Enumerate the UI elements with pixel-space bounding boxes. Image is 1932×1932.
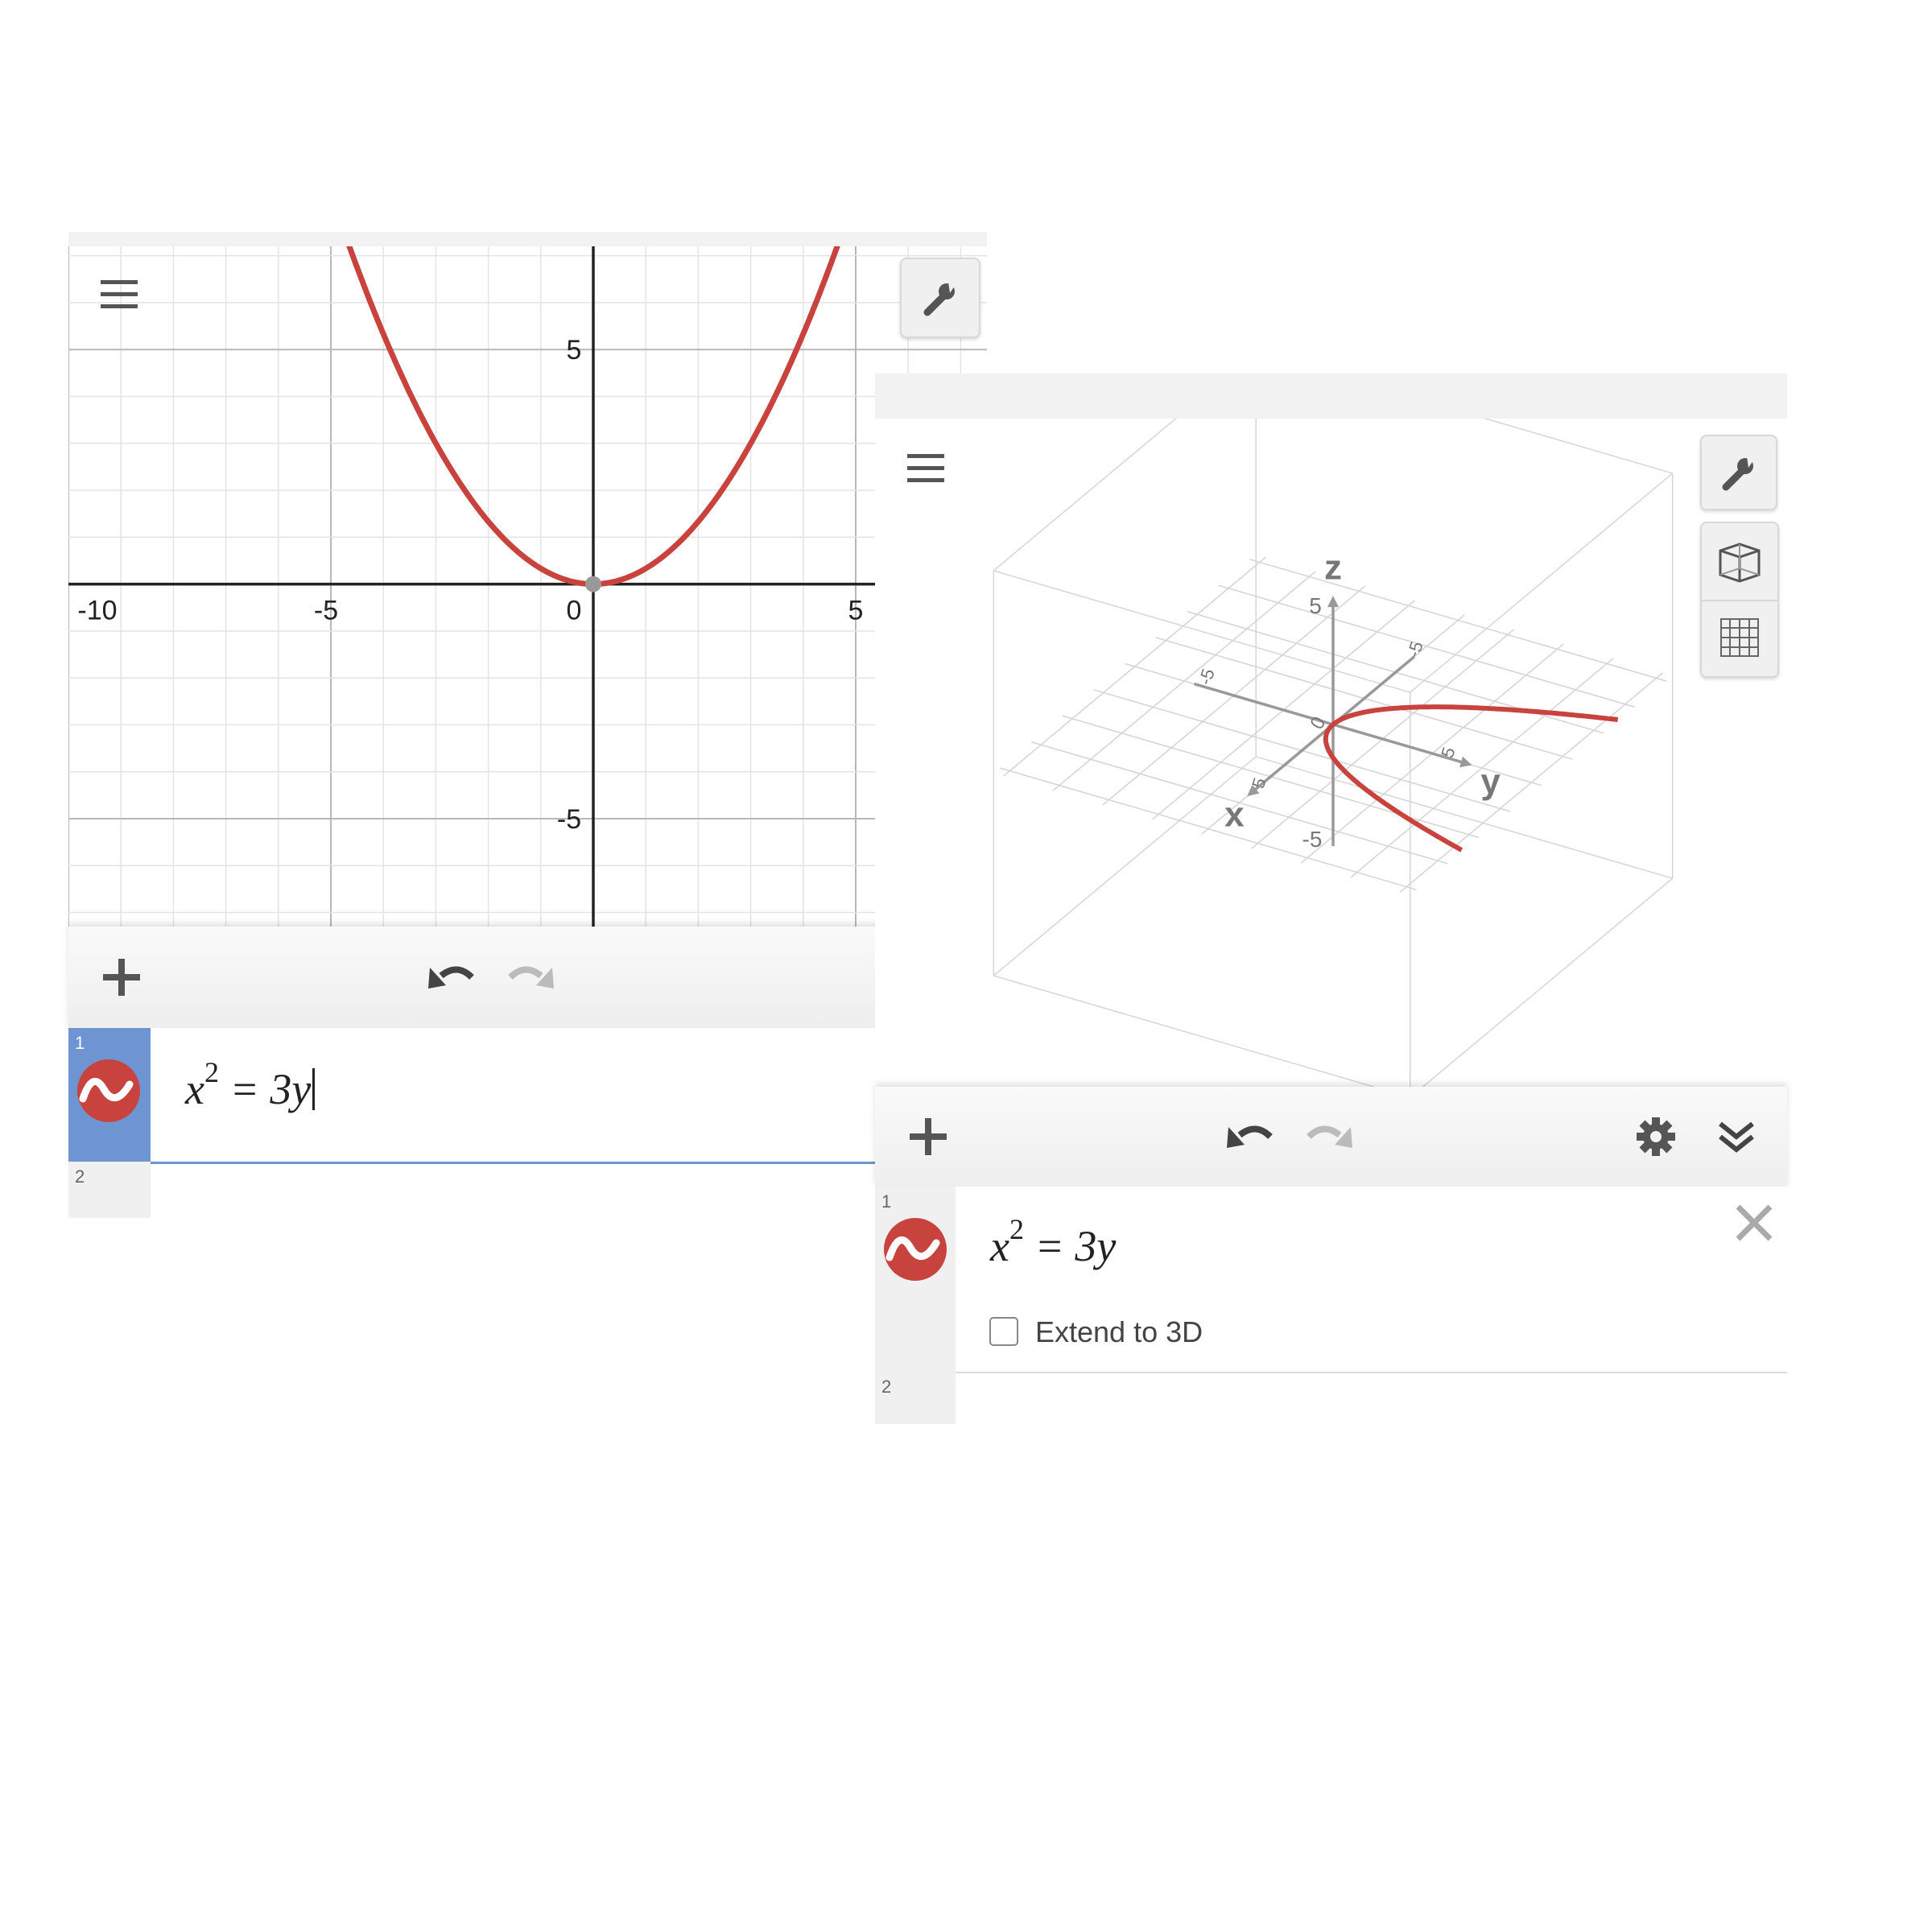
graph-2d-svg[interactable]: -10 -5 0 5 5 -5 (68, 246, 987, 927)
bounding-box-edge (1422, 877, 1674, 1087)
bounding-box-edge (993, 419, 1177, 572)
expr-rhs: = 3y (1023, 1222, 1117, 1270)
expr-exponent: 2 (204, 1056, 219, 1088)
settings-button[interactable] (1632, 1113, 1680, 1161)
menu-button[interactable] (906, 452, 946, 485)
graph-canvas-2d[interactable]: -10 -5 0 5 5 -5 (68, 246, 987, 927)
expr-exponent: 2 (1009, 1213, 1024, 1245)
expr-base: x (185, 1065, 204, 1113)
undo-button[interactable] (1221, 1113, 1278, 1161)
y-tick-label: 5 (1437, 745, 1459, 760)
parabola-curve-3d (1323, 704, 1619, 852)
graph-3d-svg[interactable]: zyx5-505-55-5 (875, 419, 1787, 1087)
redo-icon (508, 966, 554, 989)
plus-icon (910, 1118, 947, 1155)
x-tick-label: -5 (1403, 639, 1427, 660)
bounding-box-edge (1256, 756, 1673, 879)
graphing-calculator-3d: z y x 5 -5 0 5 -5 5 -5 1 x2 = 3y Extend … (875, 374, 1787, 1424)
vertex-point (585, 576, 601, 592)
grid-icon (1720, 617, 1759, 657)
row-number: 2 (75, 1166, 85, 1187)
grid-view-button[interactable] (1702, 600, 1777, 675)
y-axis-arrow (1459, 756, 1472, 768)
expression-toolbar (68, 927, 987, 1030)
top-band (875, 374, 1787, 419)
add-expression-button[interactable] (904, 1113, 952, 1161)
row-gutter-selected: 1 (68, 1028, 151, 1162)
expr-base: x (990, 1222, 1009, 1270)
text-cursor (312, 1068, 316, 1110)
top-band (68, 232, 987, 246)
empty-expression-row-gutter[interactable]: 2 (68, 1162, 151, 1218)
extend-to-3d-checkbox[interactable] (989, 1317, 1018, 1346)
row-number: 1 (881, 1191, 892, 1212)
add-expression-button[interactable] (97, 953, 146, 1001)
cube-icon (1719, 542, 1761, 583)
expression-row[interactable]: 1 x2 = 3y (68, 1028, 987, 1164)
redo-button[interactable] (1302, 1113, 1358, 1161)
bounding-box-edge (1410, 473, 1674, 693)
graph-settings-button[interactable] (900, 258, 980, 338)
graph-canvas-3d[interactable]: z y x 5 -5 0 5 -5 5 -5 (875, 419, 1787, 1087)
origin-label: 0 (567, 596, 582, 626)
cube-view-button[interactable] (1702, 523, 1777, 601)
extend-to-3d-label[interactable]: Extend to 3D (1035, 1315, 1203, 1349)
row-number: 1 (75, 1033, 85, 1053)
bounding-box-edge (993, 756, 1257, 976)
expression-row[interactable]: 1 x2 = 3y Extend to 3D (875, 1187, 1787, 1373)
bounding-box-edge (1483, 419, 1673, 474)
delete-expression-button[interactable] (1731, 1199, 1777, 1246)
wrench-icon (923, 282, 956, 316)
x-tick-label: -10 (77, 596, 117, 626)
expr-rhs: = 3y (218, 1065, 312, 1113)
y-tick-label: 5 (567, 335, 582, 365)
y-tick-label: -5 (557, 804, 581, 835)
menu-button[interactable] (99, 279, 139, 311)
redo-button[interactable] (503, 953, 559, 1001)
view-toggle-group (1700, 522, 1779, 678)
x-axis-label: x (1224, 795, 1245, 834)
wave-logo-icon[interactable] (883, 1217, 947, 1282)
z-axis-label: z (1324, 547, 1342, 587)
expression-toolbar (875, 1087, 1787, 1188)
hamburger-menu-icon (907, 454, 944, 482)
wave-logo-icon[interactable] (76, 1059, 141, 1123)
x-tick-label: 5 (848, 596, 864, 626)
row-gutter: 1 (875, 1187, 956, 1372)
expression-input[interactable]: x2 = 3y (990, 1213, 1117, 1271)
bounding-box-edge (993, 975, 1376, 1087)
redo-icon (1307, 1125, 1352, 1148)
plus-icon (103, 959, 140, 996)
expression-input[interactable]: x2 = 3y (185, 1056, 316, 1114)
z-axis-arrow (1327, 596, 1339, 608)
close-icon (1736, 1204, 1773, 1241)
grid-line (999, 767, 1417, 890)
gear-icon (1637, 1117, 1675, 1156)
graph-settings-button[interactable] (1700, 435, 1777, 510)
x-tick-label: -5 (314, 596, 338, 626)
empty-expression-row-gutter[interactable]: 2 (875, 1372, 956, 1424)
collapse-list-button[interactable] (1712, 1113, 1761, 1161)
double-chevron-down-icon (1719, 1121, 1754, 1153)
undo-icon (428, 966, 474, 989)
z-tick-label: -5 (1302, 827, 1323, 852)
y-axis-label: y (1480, 762, 1501, 801)
row-number: 2 (881, 1377, 892, 1397)
undo-button[interactable] (423, 953, 479, 1001)
wrench-icon (1722, 456, 1755, 491)
z-tick-label: 5 (1309, 593, 1322, 618)
hamburger-menu-icon (101, 280, 138, 308)
graphing-calculator-2d: -10 -5 0 5 5 -5 1 x2 = 3y 2 (68, 232, 987, 1218)
undo-icon (1227, 1125, 1273, 1148)
